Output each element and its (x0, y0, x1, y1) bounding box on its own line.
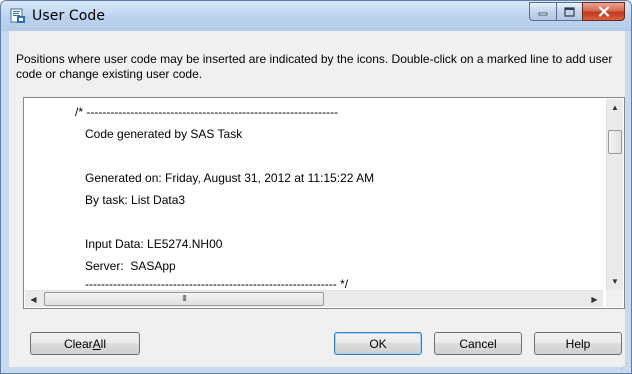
help-button[interactable]: Help (534, 332, 622, 355)
code-viewer[interactable]: /* -------------------------------------… (23, 97, 625, 309)
code-line[interactable]: Code generated by SAS Task (75, 127, 242, 141)
help-label: Help (565, 336, 591, 351)
sas-document-icon (10, 8, 26, 24)
code-text-area[interactable]: /* -------------------------------------… (25, 99, 603, 290)
code-line[interactable]: Input Data: LE5274.NH00 (75, 237, 222, 251)
title-bar[interactable]: User Code (1, 1, 631, 31)
window-title: User Code (32, 8, 106, 24)
scroll-right-arrow-icon[interactable]: ▶ (586, 291, 603, 307)
scroll-grip-icon: III (182, 294, 187, 303)
window-controls (529, 2, 625, 22)
close-icon (598, 6, 609, 17)
scroll-up-arrow-icon[interactable]: ▲ (607, 99, 623, 116)
clear-all-label-prefix: Clear (63, 336, 93, 351)
cancel-button[interactable]: Cancel (434, 332, 522, 355)
scroll-down-arrow-icon[interactable]: ▼ (607, 273, 623, 290)
clear-all-label-suffix: ll (100, 336, 107, 351)
close-button[interactable] (582, 2, 625, 21)
horizontal-scroll-thumb[interactable]: III (44, 292, 324, 306)
scroll-left-arrow-icon[interactable]: ◀ (25, 291, 42, 307)
maximize-icon (564, 6, 575, 17)
clear-all-mnemonic: A (92, 336, 101, 351)
ok-button[interactable]: OK (334, 332, 422, 355)
code-line[interactable]: /* -------------------------------------… (75, 105, 338, 119)
vertical-scrollbar[interactable]: ▲ ▼ (606, 99, 623, 290)
resize-grip-icon[interactable]: ⋰ (620, 363, 628, 371)
clear-all-button[interactable]: Clear All (30, 332, 140, 355)
code-line[interactable]: Generated on: Friday, August 31, 2012 at… (75, 171, 374, 185)
scrollbar-corner (606, 290, 623, 307)
code-line[interactable]: Server: SASApp (75, 259, 176, 273)
vertical-scroll-thumb[interactable] (608, 130, 622, 155)
minimize-icon (538, 12, 548, 15)
horizontal-scrollbar[interactable]: ◀ III ▶ (25, 290, 603, 307)
code-line[interactable]: ----------------------------------------… (75, 277, 348, 290)
ok-label: OK (369, 336, 387, 351)
code-line[interactable]: By task: List Data3 (75, 193, 185, 207)
instruction-text: Positions where user code may be inserte… (16, 52, 613, 81)
minimize-button[interactable] (529, 2, 556, 21)
maximize-button[interactable] (556, 2, 582, 21)
cancel-label: Cancel (459, 336, 497, 351)
